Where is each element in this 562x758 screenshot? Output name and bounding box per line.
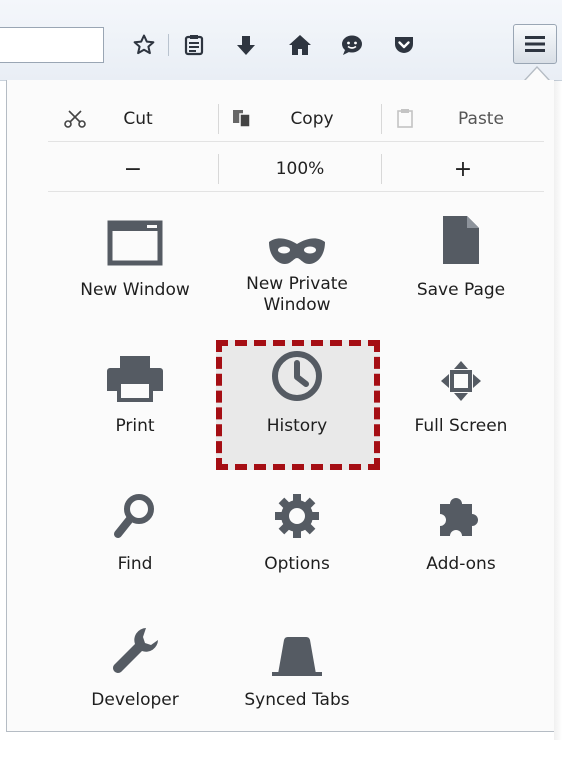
copy-button[interactable]: Copy bbox=[219, 102, 381, 136]
full-screen-label: Full Screen bbox=[414, 416, 508, 436]
hello-icon[interactable] bbox=[332, 26, 372, 64]
scissors-icon bbox=[64, 109, 86, 134]
toolbar-separator bbox=[168, 34, 169, 56]
copy-label: Copy bbox=[290, 109, 334, 129]
zoom-reset-button[interactable]: 100% bbox=[219, 152, 381, 186]
search-input[interactable] bbox=[0, 27, 104, 63]
new-private-window-button[interactable]: New Private Window bbox=[222, 214, 372, 316]
save-page-button[interactable]: Save Page bbox=[386, 214, 536, 301]
edit-controls: Cut Copy Paste bbox=[48, 97, 544, 142]
downloads-icon[interactable] bbox=[226, 26, 266, 64]
new-private-window-label: New Private Window bbox=[246, 274, 348, 315]
pocket-icon[interactable] bbox=[384, 26, 424, 64]
synced-tabs-label: Synced Tabs bbox=[244, 690, 350, 710]
page-icon bbox=[386, 214, 536, 266]
print-button[interactable]: Print bbox=[60, 350, 210, 437]
cut-label: Cut bbox=[123, 109, 153, 129]
gear-icon bbox=[222, 488, 372, 540]
options-button[interactable]: Options bbox=[222, 488, 372, 575]
wrench-icon bbox=[60, 624, 210, 676]
zoom-in-label: + bbox=[453, 156, 473, 182]
new-window-button[interactable]: New Window bbox=[60, 214, 210, 301]
panel-shadow bbox=[554, 80, 562, 740]
options-label: Options bbox=[264, 554, 330, 574]
magnifier-icon bbox=[60, 488, 210, 540]
full-screen-button[interactable]: Full Screen bbox=[386, 350, 536, 437]
panel-arrow-fill bbox=[525, 68, 549, 81]
zoom-out-label: − bbox=[123, 156, 143, 182]
synced-tabs-icon bbox=[222, 624, 372, 676]
copy-icon bbox=[231, 108, 253, 133]
save-page-label: Save Page bbox=[416, 280, 506, 300]
nav-toolbar bbox=[0, 0, 562, 81]
history-label: History bbox=[266, 416, 328, 436]
synced-tabs-button[interactable]: Synced Tabs bbox=[222, 624, 372, 711]
zoom-out-button[interactable]: − bbox=[48, 152, 218, 186]
printer-icon bbox=[60, 350, 210, 402]
find-label: Find bbox=[117, 554, 153, 574]
add-ons-button[interactable]: Add-ons bbox=[386, 488, 536, 575]
puzzle-piece-icon bbox=[386, 488, 536, 540]
developer-button[interactable]: Developer bbox=[60, 624, 210, 711]
history-button[interactable]: History bbox=[222, 350, 372, 437]
mask-icon bbox=[222, 214, 372, 266]
developer-label: Developer bbox=[91, 690, 179, 710]
zoom-controls: − 100% + bbox=[48, 147, 544, 192]
hamburger-menu-icon[interactable] bbox=[513, 24, 557, 64]
clipboard-icon bbox=[396, 108, 414, 133]
paste-button[interactable]: Paste bbox=[382, 102, 544, 136]
bookmark-star-icon[interactable] bbox=[124, 26, 164, 64]
reading-list-icon[interactable] bbox=[174, 26, 214, 64]
fullscreen-arrows-icon bbox=[386, 350, 536, 402]
print-label: Print bbox=[115, 416, 155, 436]
window-icon bbox=[60, 214, 210, 266]
zoom-in-button[interactable]: + bbox=[382, 152, 544, 186]
paste-label: Paste bbox=[458, 109, 504, 129]
cut-button[interactable]: Cut bbox=[48, 102, 218, 136]
home-icon[interactable] bbox=[280, 26, 320, 64]
clock-icon bbox=[222, 350, 372, 402]
zoom-level: 100% bbox=[275, 159, 325, 179]
new-window-label: New Window bbox=[80, 280, 190, 300]
find-button[interactable]: Find bbox=[60, 488, 210, 575]
add-ons-label: Add-ons bbox=[426, 554, 496, 574]
